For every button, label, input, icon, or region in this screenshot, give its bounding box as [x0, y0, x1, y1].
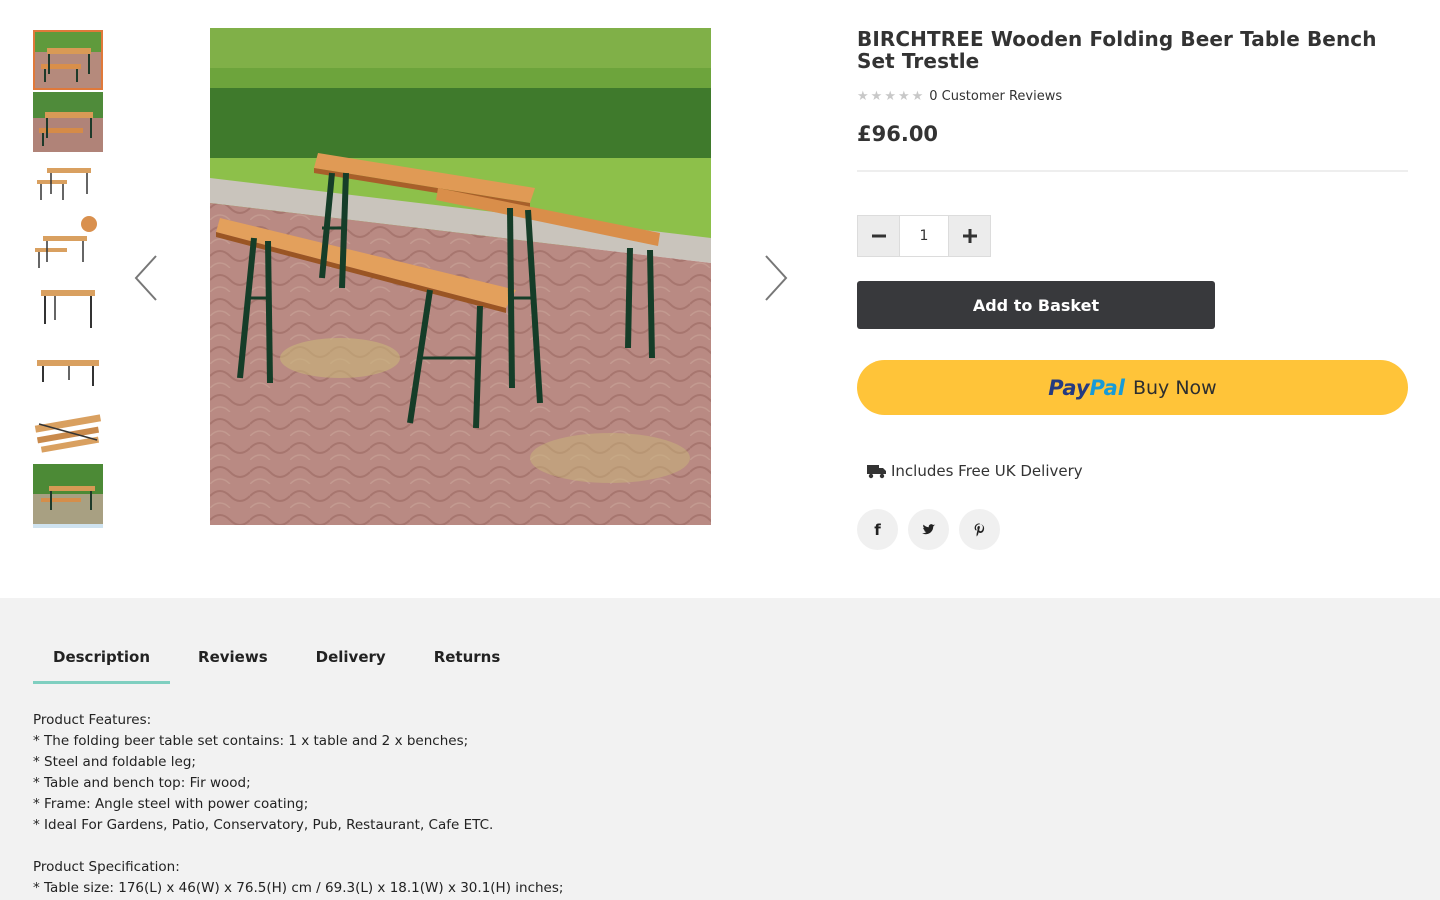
feature-line: * Ideal For Gardens, Patio, Conservatory… [33, 817, 494, 833]
thumbnail-3[interactable] [33, 154, 103, 214]
paypal-logo-pay: Pay [1048, 375, 1090, 400]
free-delivery-note: Includes Free UK Delivery [867, 462, 1083, 480]
product-price: £96.00 [857, 122, 939, 146]
star-icon: ★ [897, 88, 910, 104]
paypal-logo: PayPal [1048, 376, 1125, 400]
star-icon: ★ [870, 88, 883, 104]
pinterest-share-button[interactable] [959, 509, 1000, 550]
tab-reviews[interactable]: Reviews [178, 642, 288, 684]
divider [857, 170, 1408, 172]
spec-line: * Table size: 176(L) x 46(W) x 76.5(H) c… [33, 880, 564, 896]
thumbnail-7[interactable] [33, 402, 103, 462]
thumbnail-4[interactable] [33, 216, 103, 276]
tab-returns[interactable]: Returns [414, 642, 521, 684]
spec-heading: Product Specification: [33, 859, 180, 875]
star-icon: ★ [911, 88, 924, 104]
product-title: BIRCHTREE Wooden Folding Beer Table Benc… [857, 27, 1377, 73]
quantity-input[interactable] [900, 215, 948, 257]
thumbnail-8[interactable] [33, 464, 103, 524]
tab-description[interactable]: Description [33, 642, 171, 684]
paypal-buy-now-label: Buy Now [1132, 376, 1217, 399]
thumbnail-9-partial[interactable] [33, 524, 103, 528]
facebook-icon: f [874, 520, 881, 539]
social-share: f [857, 509, 1000, 550]
rating-row: ★ ★ ★ ★ ★ 0 Customer Reviews [857, 88, 1408, 104]
paypal-logo-pal: Pal [1089, 375, 1125, 400]
truck-icon [867, 465, 886, 479]
plus-icon [962, 229, 977, 243]
star-rating: ★ ★ ★ ★ ★ [857, 90, 923, 103]
description-content: Product Features: * The folding beer tab… [33, 710, 933, 899]
product-info-panel: BIRCHTREE Wooden Folding Beer Table Benc… [857, 27, 1408, 550]
twitter-icon [921, 524, 936, 535]
product-section: BIRCHTREE Wooden Folding Beer Table Benc… [0, 0, 1440, 598]
next-image-arrow-icon[interactable] [762, 252, 790, 304]
product-tabs: Description Reviews Delivery Returns [33, 642, 520, 684]
increase-quantity-button[interactable] [948, 215, 991, 257]
previous-image-arrow-icon[interactable] [132, 252, 160, 304]
facebook-share-button[interactable]: f [857, 509, 898, 550]
free-delivery-text: Includes Free UK Delivery [891, 462, 1083, 480]
thumbnail-strip[interactable] [33, 30, 103, 528]
twitter-share-button[interactable] [908, 509, 949, 550]
tab-delivery[interactable]: Delivery [296, 642, 406, 684]
thumbnail-6[interactable] [33, 340, 103, 400]
add-to-basket-button[interactable]: Add to Basket [857, 281, 1215, 329]
decrease-quantity-button[interactable] [857, 215, 900, 257]
paypal-buy-now-button[interactable]: PayPal Buy Now [857, 360, 1408, 415]
minus-icon [871, 234, 886, 238]
feature-line: * The folding beer table set contains: 1… [33, 733, 469, 749]
customer-reviews-link[interactable]: 0 Customer Reviews [929, 89, 1062, 104]
feature-line: * Frame: Angle steel with power coating; [33, 796, 309, 812]
thumbnail-1[interactable] [33, 30, 103, 90]
product-details-section: Description Reviews Delivery Returns Pro… [0, 598, 1440, 900]
star-icon: ★ [884, 88, 896, 104]
main-product-image[interactable] [210, 28, 711, 525]
feature-line: * Table and bench top: Fir wood; [33, 775, 251, 791]
features-heading: Product Features: [33, 712, 152, 728]
thumbnail-2[interactable] [33, 92, 103, 152]
thumbnail-5[interactable] [33, 278, 103, 338]
quantity-stepper [857, 215, 991, 257]
star-icon: ★ [857, 88, 869, 104]
pinterest-icon [974, 523, 985, 537]
feature-line: * Steel and foldable leg; [33, 754, 196, 770]
